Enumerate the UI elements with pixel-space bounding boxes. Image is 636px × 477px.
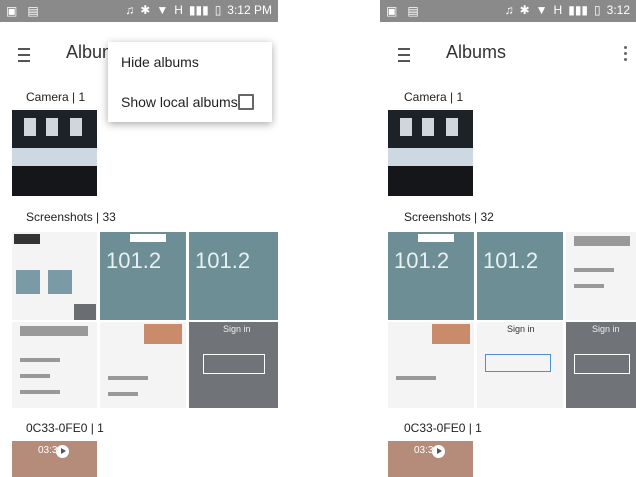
screenshot-icon: ▤ bbox=[407, 4, 419, 18]
show-local-albums-checkbox[interactable] bbox=[238, 94, 254, 110]
screenshot-thumbnail[interactable] bbox=[12, 232, 97, 320]
hamburger-menu-icon[interactable] bbox=[398, 48, 410, 62]
settings-screenshot-thumbnail[interactable] bbox=[12, 322, 97, 408]
right-phone-screen: ▣ ▤ ♫ ✱ ▼ H ▮▮▮ ▯ 3:12 Albums Camera | 1… bbox=[380, 0, 636, 477]
album-label-camera: Camera | 1 bbox=[404, 90, 464, 104]
status-time: 3:12 bbox=[606, 3, 630, 17]
page-title: Albums bbox=[446, 42, 507, 62]
album-label-0c33-0fe0: 0C33-0FE0 | 1 bbox=[26, 421, 104, 435]
video-thumbnail[interactable]: 03:33 bbox=[12, 441, 97, 477]
left-phone-screen: ▣ ▤ ♫ ✱ ▼ H ▮▮▮ ▯ 3:12 PM Albums Hide al… bbox=[0, 0, 278, 477]
image-icon: ▣ bbox=[386, 4, 398, 18]
status-bar: ▣ ▤ ♫ ✱ ▼ H ▮▮▮ ▯ 3:12 bbox=[380, 0, 636, 22]
radio-frequency-1: 101.2 bbox=[394, 248, 450, 273]
album-thumbnail-camera[interactable] bbox=[12, 110, 97, 196]
signin-screenshot-thumbnail[interactable]: Sign in bbox=[189, 322, 278, 408]
signin-screenshot-thumbnail-2[interactable]: Sign in bbox=[566, 322, 636, 408]
album-label-camera: Camera | 1 bbox=[26, 90, 86, 104]
app-screenshot-thumbnail[interactable] bbox=[100, 322, 186, 408]
show-local-albums-menu-item[interactable]: Show local albums bbox=[121, 94, 238, 110]
screenshot-icon: ▤ bbox=[27, 4, 39, 18]
overflow-menu-icon[interactable] bbox=[624, 46, 628, 64]
album-label-screenshots: Screenshots | 33 bbox=[26, 210, 116, 224]
radio-frequency-2: 101.2 bbox=[483, 248, 539, 273]
wifi-icon: ▼ bbox=[535, 3, 548, 17]
radio-frequency-2: 101.2 bbox=[195, 248, 251, 273]
wifi-icon: ▼ bbox=[156, 3, 169, 17]
radio-screenshot-thumbnail-2[interactable]: 101.2 bbox=[477, 232, 563, 320]
headphones-icon: ♫ bbox=[125, 3, 135, 17]
headphones-icon: ♫ bbox=[504, 3, 514, 17]
signal-icon: ▮▮▮ bbox=[188, 3, 209, 17]
battery-icon: ▯ bbox=[594, 3, 601, 17]
image-icon: ▣ bbox=[6, 4, 18, 18]
app-bar: Albums bbox=[380, 22, 636, 84]
signin-label: Sign in bbox=[223, 324, 251, 334]
status-time: 3:12 PM bbox=[227, 3, 272, 17]
app-screenshot-thumbnail[interactable] bbox=[388, 322, 474, 408]
hamburger-menu-icon[interactable] bbox=[18, 48, 30, 62]
radio-frequency-1: 101.2 bbox=[106, 248, 162, 273]
bluetooth-icon: ✱ bbox=[519, 3, 530, 17]
play-icon bbox=[56, 445, 69, 458]
video-thumbnail[interactable]: 03:33 bbox=[388, 441, 473, 477]
play-icon bbox=[432, 445, 445, 458]
signin-label: Sign in bbox=[507, 324, 535, 334]
overflow-popup-menu: Hide albums Show local albums bbox=[108, 42, 272, 122]
hide-albums-menu-item[interactable]: Hide albums bbox=[121, 54, 199, 70]
radio-screenshot-thumbnail-1[interactable]: 101.2 bbox=[388, 232, 474, 320]
album-thumbnail-camera[interactable] bbox=[388, 110, 473, 196]
signin-screenshot-thumbnail[interactable]: Sign in bbox=[477, 322, 563, 408]
network-type: H bbox=[553, 3, 563, 17]
bluetooth-icon: ✱ bbox=[140, 3, 151, 17]
status-bar: ▣ ▤ ♫ ✱ ▼ H ▮▮▮ ▯ 3:12 PM bbox=[0, 0, 278, 22]
signin-label: Sign in bbox=[592, 324, 620, 334]
album-label-0c33-0fe0: 0C33-0FE0 | 1 bbox=[404, 421, 482, 435]
radio-screenshot-thumbnail-2[interactable]: 101.2 bbox=[189, 232, 278, 320]
settings-screenshot-thumbnail[interactable] bbox=[566, 232, 636, 320]
radio-screenshot-thumbnail-1[interactable]: 101.2 bbox=[100, 232, 186, 320]
signal-icon: ▮▮▮ bbox=[568, 3, 589, 17]
album-label-screenshots: Screenshots | 32 bbox=[404, 210, 494, 224]
network-type: H bbox=[174, 3, 183, 17]
battery-icon: ▯ bbox=[214, 3, 222, 17]
